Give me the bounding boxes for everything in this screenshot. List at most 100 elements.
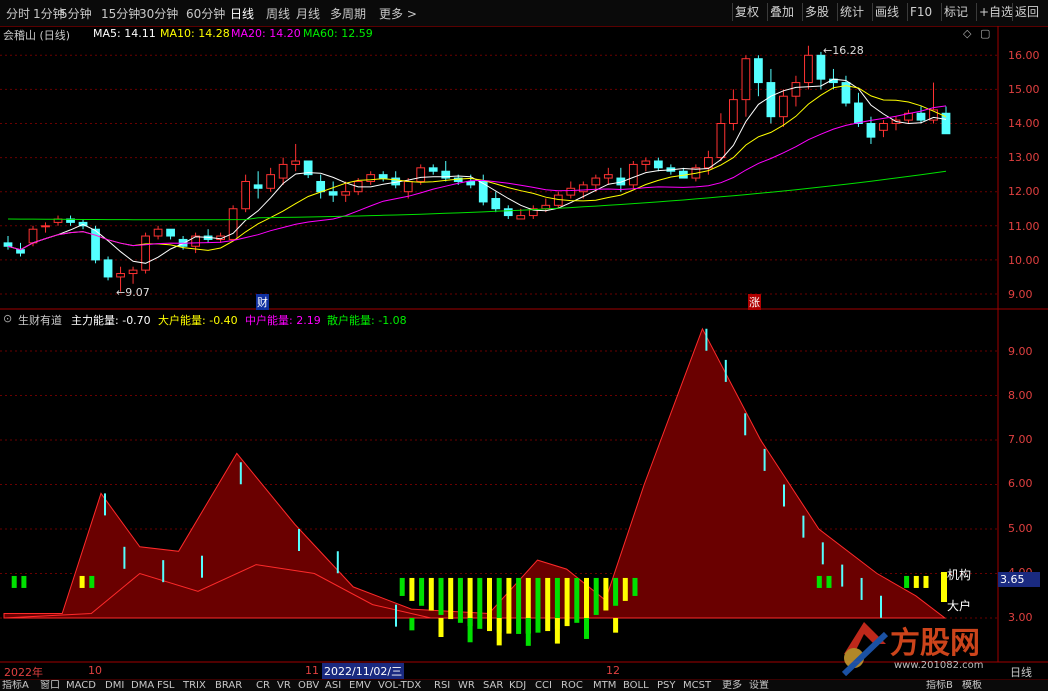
candle-body: [854, 102, 863, 124]
ma20-line: [7, 105, 947, 251]
high-price-marker: ←16.28: [823, 44, 864, 57]
indicator-tab-17[interactable]: KDJ: [509, 680, 526, 691]
period-label: 日线: [1010, 666, 1032, 679]
candle-body: [916, 112, 926, 121]
year-label: 2022年: [4, 666, 43, 679]
histogram-bar: [457, 577, 463, 623]
candle-body: [241, 180, 251, 210]
candle-body: [278, 163, 288, 179]
candle-body: [341, 191, 351, 196]
indicator-tab-21[interactable]: BOLL: [623, 680, 649, 691]
histogram-bar: [487, 577, 492, 632]
histogram-bar: [89, 575, 95, 588]
candle-body: [866, 123, 876, 138]
histogram-bar: [603, 577, 609, 611]
candle-body: [153, 228, 163, 237]
indicator-tab-19[interactable]: ROC: [561, 680, 583, 691]
indicator-tab-1[interactable]: 窗口: [40, 680, 60, 691]
candle-body: [641, 160, 651, 165]
candle-body: [491, 198, 501, 210]
indicator-tab-5[interactable]: FSL: [157, 680, 175, 691]
indicator-tick: 5.00: [1008, 522, 1033, 535]
candle-body: [253, 184, 263, 189]
indicator-tab-4[interactable]: DMA: [131, 680, 154, 691]
histogram-bar: [21, 575, 27, 588]
candle-body: [378, 174, 388, 179]
candle-body: [266, 174, 276, 189]
indicator-tick: 8.00: [1008, 389, 1033, 402]
indicator-tab-22[interactable]: PSY: [657, 680, 676, 691]
indicator-tab-8[interactable]: CR: [256, 680, 270, 691]
candle-body: [103, 259, 113, 278]
indicator-tab-9[interactable]: VR: [277, 680, 291, 691]
indicator-tab-23[interactable]: MCST: [683, 680, 711, 691]
candle-body: [591, 177, 601, 186]
candle-body: [816, 54, 826, 80]
histogram-bar: [428, 577, 434, 611]
ma60-line: [7, 170, 947, 221]
indicator-tab-18[interactable]: CCI: [535, 680, 552, 691]
candle-body: [328, 191, 338, 196]
indicator-tab-right-1[interactable]: 模板: [962, 680, 982, 691]
histogram-bar: [477, 577, 483, 629]
price-tick: 11.00: [1008, 220, 1040, 233]
indicator-tab-2[interactable]: MACD: [66, 680, 96, 691]
histogram-bar: [584, 577, 589, 620]
finance-event-badge[interactable]: 财: [256, 294, 269, 310]
indicator-tab-11[interactable]: ASI: [325, 680, 341, 691]
indicator-tab-13[interactable]: VOL-TDX: [378, 680, 421, 691]
jigou-label: 机构: [947, 568, 972, 582]
limit-up-badge[interactable]: 涨: [748, 294, 761, 310]
candle-body: [28, 228, 38, 244]
indicator-tab-15[interactable]: WR: [458, 680, 475, 691]
candle-body: [503, 208, 513, 217]
indicator-tick: 9.00: [1008, 345, 1033, 358]
current-value-badge: 3.65: [998, 572, 1040, 587]
candle-body: [754, 58, 763, 84]
candle-body: [466, 180, 476, 186]
candle-body: [741, 58, 751, 101]
candle-body: [716, 123, 726, 159]
indicator-tab-right-0[interactable]: 指标B: [926, 680, 953, 691]
candle-body: [416, 167, 426, 182]
histogram-bar: [506, 577, 512, 634]
price-tick: 12.00: [1008, 185, 1040, 198]
candle-body: [516, 215, 526, 220]
histogram-bar: [904, 575, 910, 588]
candle-body: [766, 82, 776, 118]
indicator-tab-10[interactable]: OBV: [298, 680, 319, 691]
low-price-marker: ←9.07: [116, 286, 150, 299]
candle-body: [428, 167, 438, 172]
indicator-tab-25[interactable]: 设置: [749, 680, 769, 691]
candle-body: [804, 54, 813, 84]
candle-body: [191, 235, 200, 247]
histogram-bar: [613, 618, 619, 633]
month-label: 12: [606, 664, 620, 677]
indicator-tab-24[interactable]: 更多: [722, 680, 742, 691]
histogram-bar: [496, 618, 502, 646]
indicator-tab-14[interactable]: RSI: [434, 680, 450, 691]
histogram-bar: [593, 577, 599, 615]
indicator-tab-6[interactable]: TRIX: [183, 680, 206, 691]
indicator-tab-0[interactable]: 指标A: [2, 680, 29, 691]
indicator-tab-3[interactable]: DMI: [105, 680, 124, 691]
histogram-bar: [554, 618, 560, 644]
histogram-bar: [545, 577, 551, 632]
histogram-bar: [913, 575, 919, 588]
candle-body: [116, 273, 125, 278]
indicator-tab-16[interactable]: SAR: [483, 680, 503, 691]
high-price-value: 16.28: [832, 44, 864, 57]
histogram-bar: [816, 575, 822, 588]
candle-body: [3, 242, 13, 247]
indicator-tab-12[interactable]: EMV: [349, 680, 371, 691]
histogram-bar: [419, 577, 425, 606]
indicator-tab-7[interactable]: BRAR: [215, 680, 242, 691]
price-tick: 9.00: [1008, 288, 1033, 301]
histogram-bar: [467, 618, 473, 643]
candle-body: [366, 174, 376, 182]
histogram-bar: [438, 618, 444, 637]
kline-chart-canvas[interactable]: [0, 0, 1048, 690]
indicator-tab-20[interactable]: MTM: [593, 680, 616, 691]
cursor-date-label: 2022/11/02/三: [322, 663, 405, 679]
watermark-brand: 方股网: [890, 626, 980, 661]
